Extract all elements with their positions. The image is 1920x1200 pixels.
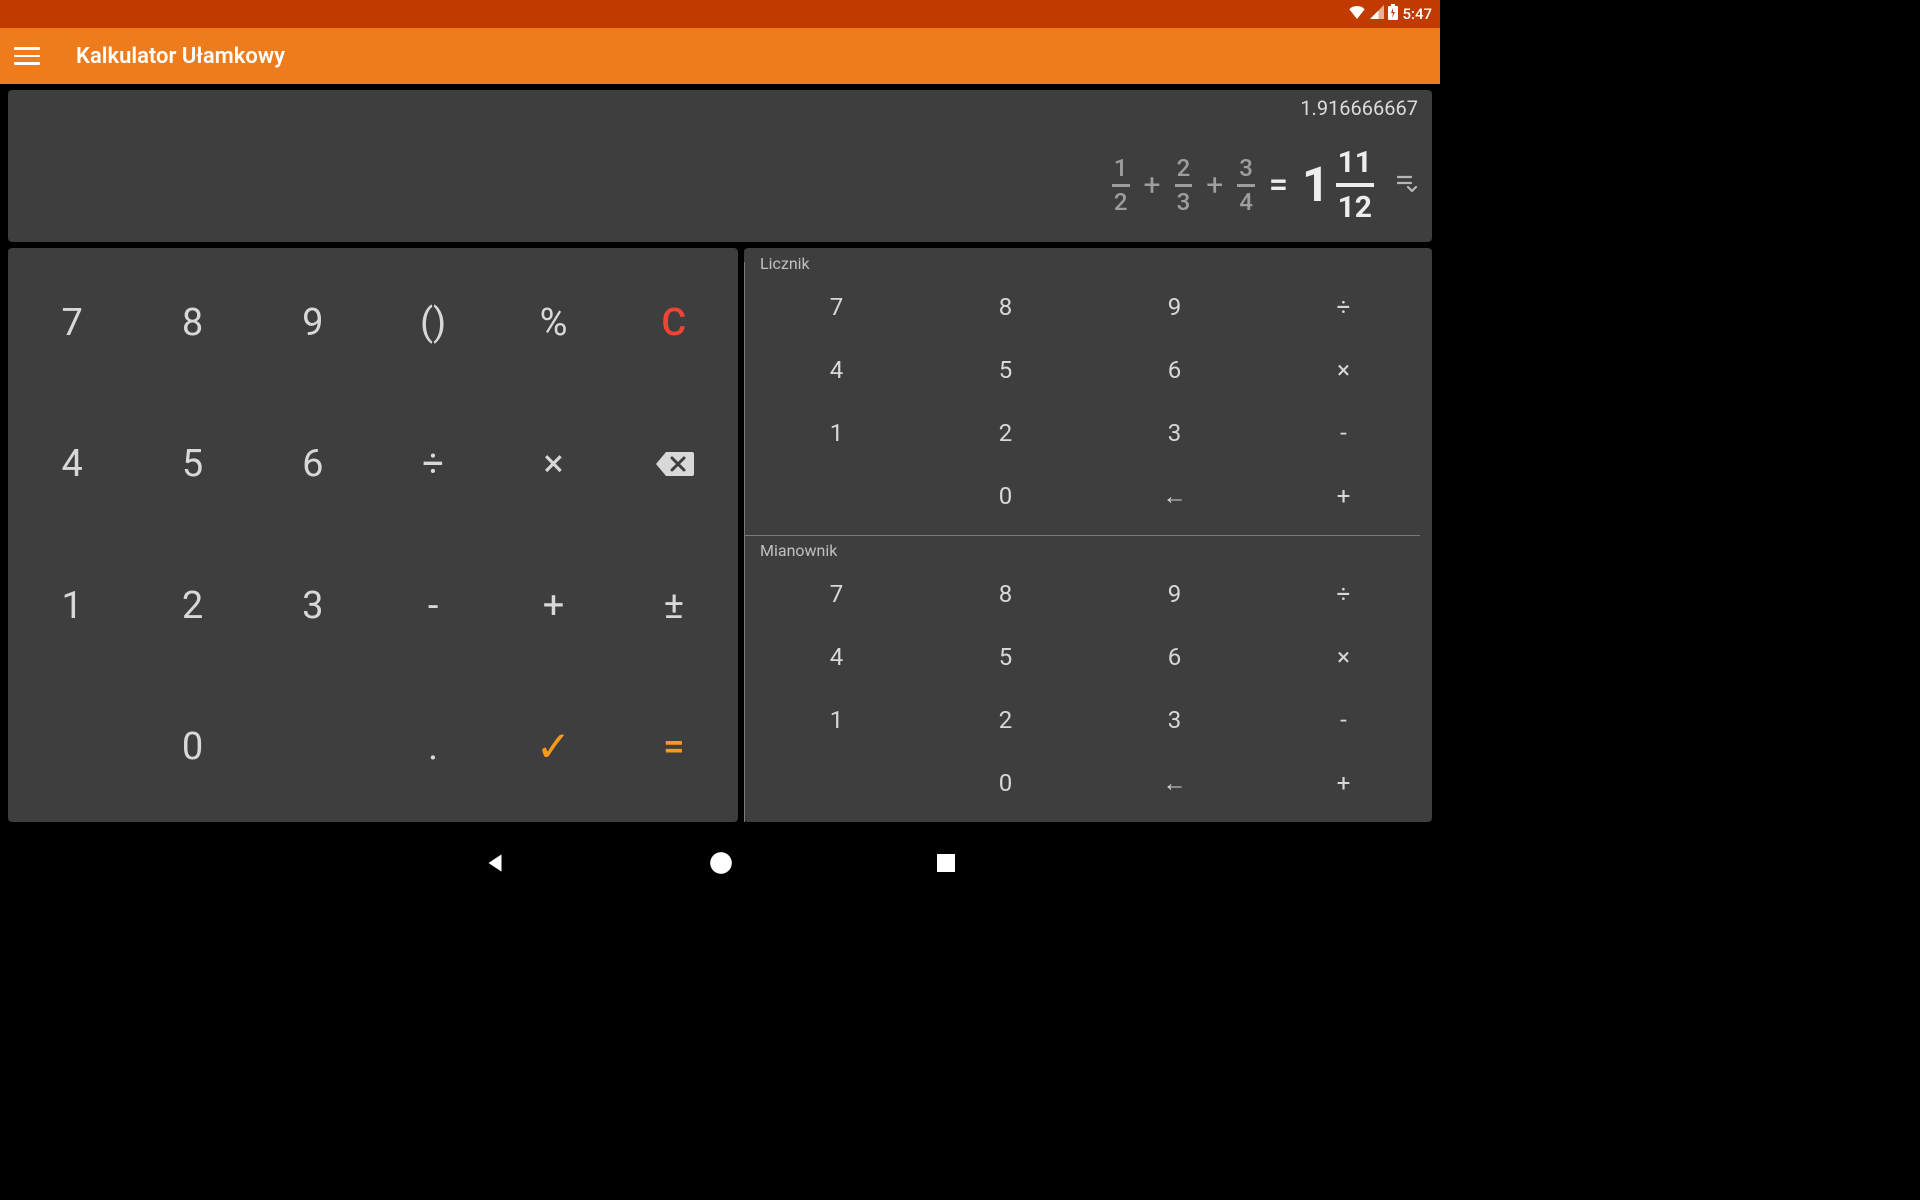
den-key-plus[interactable]: + [1259,752,1428,815]
num-key-5[interactable]: 5 [921,338,1090,401]
key-4[interactable]: 4 [12,394,132,536]
key-plus[interactable]: + [493,535,613,677]
num-key-divide[interactable]: ÷ [1259,275,1428,338]
key-minus[interactable]: - [373,535,493,677]
key-0[interactable]: 0 [132,677,252,819]
denominator-label: Mianownik [760,541,1428,560]
plus-icon: + [1144,168,1161,203]
key-plus-minus[interactable]: ± [614,535,734,677]
decimal-result: 1.916666667 [1300,96,1418,120]
key-divide[interactable]: ÷ [373,394,493,536]
expression-row: 1 2 + 2 3 + 3 4 = 1 [1112,146,1418,224]
key-confirm[interactable]: ✓ [493,677,613,819]
key-9[interactable]: 9 [253,252,373,394]
key-7[interactable]: 7 [12,252,132,394]
den-key-back[interactable]: ← [1090,752,1259,815]
num-key-0[interactable]: 0 [921,465,1090,528]
display-panel: 1.916666667 1 2 + 2 3 + 3 4 [8,90,1432,242]
side-keypad: Licznik 7 8 9 ÷ 4 5 6 × 1 2 3 - [744,248,1432,822]
fraction-2: 2 3 [1175,155,1193,215]
den-key-5[interactable]: 5 [921,625,1090,688]
equals-sign: = [1269,165,1288,205]
num-key-plus[interactable]: + [1259,465,1428,528]
signal-icon [1370,5,1384,23]
key-equals[interactable]: = [614,677,734,819]
num-key-1[interactable]: 1 [752,402,921,465]
wifi-icon [1348,5,1366,23]
den-key-minus[interactable]: - [1259,689,1428,752]
numerator-label: Licznik [760,254,1428,273]
battery-icon [1388,4,1398,24]
key-2[interactable]: 2 [132,535,252,677]
key-6[interactable]: 6 [253,394,373,536]
app-title: Kalkulator Ułamkowy [76,44,285,69]
equivalents-icon[interactable] [1396,174,1418,197]
nav-back-icon[interactable] [482,850,508,880]
num-key-9[interactable]: 9 [1090,275,1259,338]
den-key-empty [752,752,921,815]
den-key-2[interactable]: 2 [921,689,1090,752]
result-fraction: 1 11 12 [1302,146,1374,224]
key-parentheses[interactable]: () [373,252,493,394]
num-key-7[interactable]: 7 [752,275,921,338]
main-keypad: 7 8 9 () % C 4 5 6 ÷ × 1 2 3 - + ± [8,248,738,822]
status-time: 5:47 [1402,5,1432,23]
key-clear[interactable]: C [614,252,734,394]
key-3[interactable]: 3 [253,535,373,677]
navigation-bar [0,830,1440,900]
den-key-9[interactable]: 9 [1090,562,1259,625]
app-bar: Kalkulator Ułamkowy [0,28,1440,84]
den-key-multiply[interactable]: × [1259,625,1428,688]
nav-overview-icon[interactable] [934,851,958,879]
denominator-section: Mianownik 7 8 9 ÷ 4 5 6 × 1 2 3 - [744,535,1432,822]
num-key-4[interactable]: 4 [752,338,921,401]
num-key-2[interactable]: 2 [921,402,1090,465]
fraction-1: 1 2 [1112,155,1130,215]
key-backspace[interactable] [614,394,734,536]
plus-icon: + [1206,168,1223,203]
den-key-7[interactable]: 7 [752,562,921,625]
den-key-8[interactable]: 8 [921,562,1090,625]
num-key-minus[interactable]: - [1259,402,1428,465]
den-key-divide[interactable]: ÷ [1259,562,1428,625]
num-key-6[interactable]: 6 [1090,338,1259,401]
nav-home-icon[interactable] [708,850,734,880]
key-5[interactable]: 5 [132,394,252,536]
key-multiply[interactable]: × [493,394,613,536]
numerator-section: Licznik 7 8 9 ÷ 4 5 6 × 1 2 3 - [744,248,1432,535]
num-key-8[interactable]: 8 [921,275,1090,338]
num-key-3[interactable]: 3 [1090,402,1259,465]
num-key-empty [752,465,921,528]
den-key-1[interactable]: 1 [752,689,921,752]
hamburger-icon[interactable] [14,43,40,69]
key-8[interactable]: 8 [132,252,252,394]
den-key-3[interactable]: 3 [1090,689,1259,752]
num-key-back[interactable]: ← [1090,465,1259,528]
key-empty [253,677,373,819]
key-empty [12,677,132,819]
den-key-4[interactable]: 4 [752,625,921,688]
key-1[interactable]: 1 [12,535,132,677]
den-key-0[interactable]: 0 [921,752,1090,815]
fraction-3: 3 4 [1237,155,1255,215]
num-key-multiply[interactable]: × [1259,338,1428,401]
status-bar: 5:47 [0,0,1440,28]
den-key-6[interactable]: 6 [1090,625,1259,688]
key-percent[interactable]: % [493,252,613,394]
key-decimal[interactable]: . [373,677,493,819]
